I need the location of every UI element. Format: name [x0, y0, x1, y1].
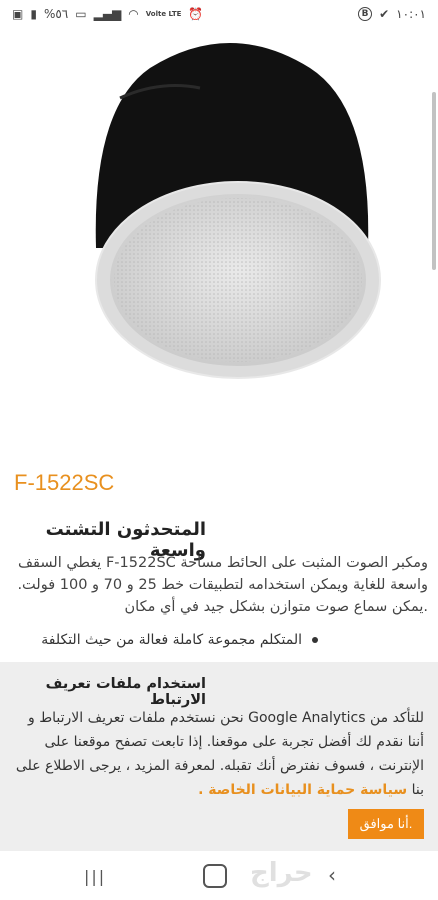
- product-description: ومكبر الصوت المثبت على الحائط مساحة F-15…: [17, 555, 428, 615]
- product-model: F-1522SC: [14, 470, 115, 495]
- speaker-image-icon: [95, 43, 381, 379]
- bullet-dot: [312, 637, 318, 643]
- b-icon: B: [358, 7, 373, 21]
- agree-button[interactable]: .أنا موافق: [348, 809, 424, 839]
- battery-text: %٥٦: [43, 7, 69, 21]
- battery-icon: ▭: [75, 7, 87, 21]
- signal-icon: ▮: [30, 7, 37, 21]
- wifi-icon: ◠: [128, 7, 139, 21]
- lte-label: Volte LTE: [145, 9, 182, 18]
- product-image: [0, 28, 438, 448]
- status-bar: ▣ ▮ %٥٦ ▭ ▂▄▆ ◠ Volte LTE ⏰ B ✔ ١٠:٠١: [0, 0, 438, 28]
- scrollbar[interactable]: [432, 92, 436, 270]
- feature-bullet-text: المتكلم مجموعة كاملة فعالة من حيث التكلف…: [41, 632, 302, 648]
- privacy-policy-link[interactable]: سياسة حماية البيانات الخاصة .: [198, 782, 407, 798]
- navigation-bar: ||| ‹: [0, 850, 438, 900]
- download-check-icon: ✔: [379, 7, 390, 21]
- watermark-logo: حراج: [250, 858, 313, 888]
- recent-apps-icon[interactable]: |||: [84, 867, 106, 886]
- gallery-icon: ▣: [12, 7, 24, 21]
- cookie-text: للتأكد من Google Analytics نحن نستخدم مل…: [12, 706, 424, 802]
- cookie-banner: استخدام ملفات تعريف الارتباط للتأكد من G…: [0, 662, 438, 850]
- status-right: B ✔ ١٠:٠١: [358, 7, 426, 21]
- status-left: ▣ ▮ %٥٦ ▭ ▂▄▆ ◠ Volte LTE ⏰: [12, 7, 203, 21]
- status-time: ١٠:٠١: [396, 7, 426, 21]
- home-button-icon[interactable]: [203, 864, 227, 888]
- signal-bars-icon: ▂▄▆: [93, 7, 122, 21]
- alarm-icon: ⏰: [188, 7, 204, 21]
- feature-bullet: المتكلم مجموعة كاملة فعالة من حيث التكلف…: [0, 632, 438, 648]
- back-icon[interactable]: ‹: [328, 863, 336, 887]
- cookie-title: استخدام ملفات تعريف الارتباط: [45, 676, 206, 708]
